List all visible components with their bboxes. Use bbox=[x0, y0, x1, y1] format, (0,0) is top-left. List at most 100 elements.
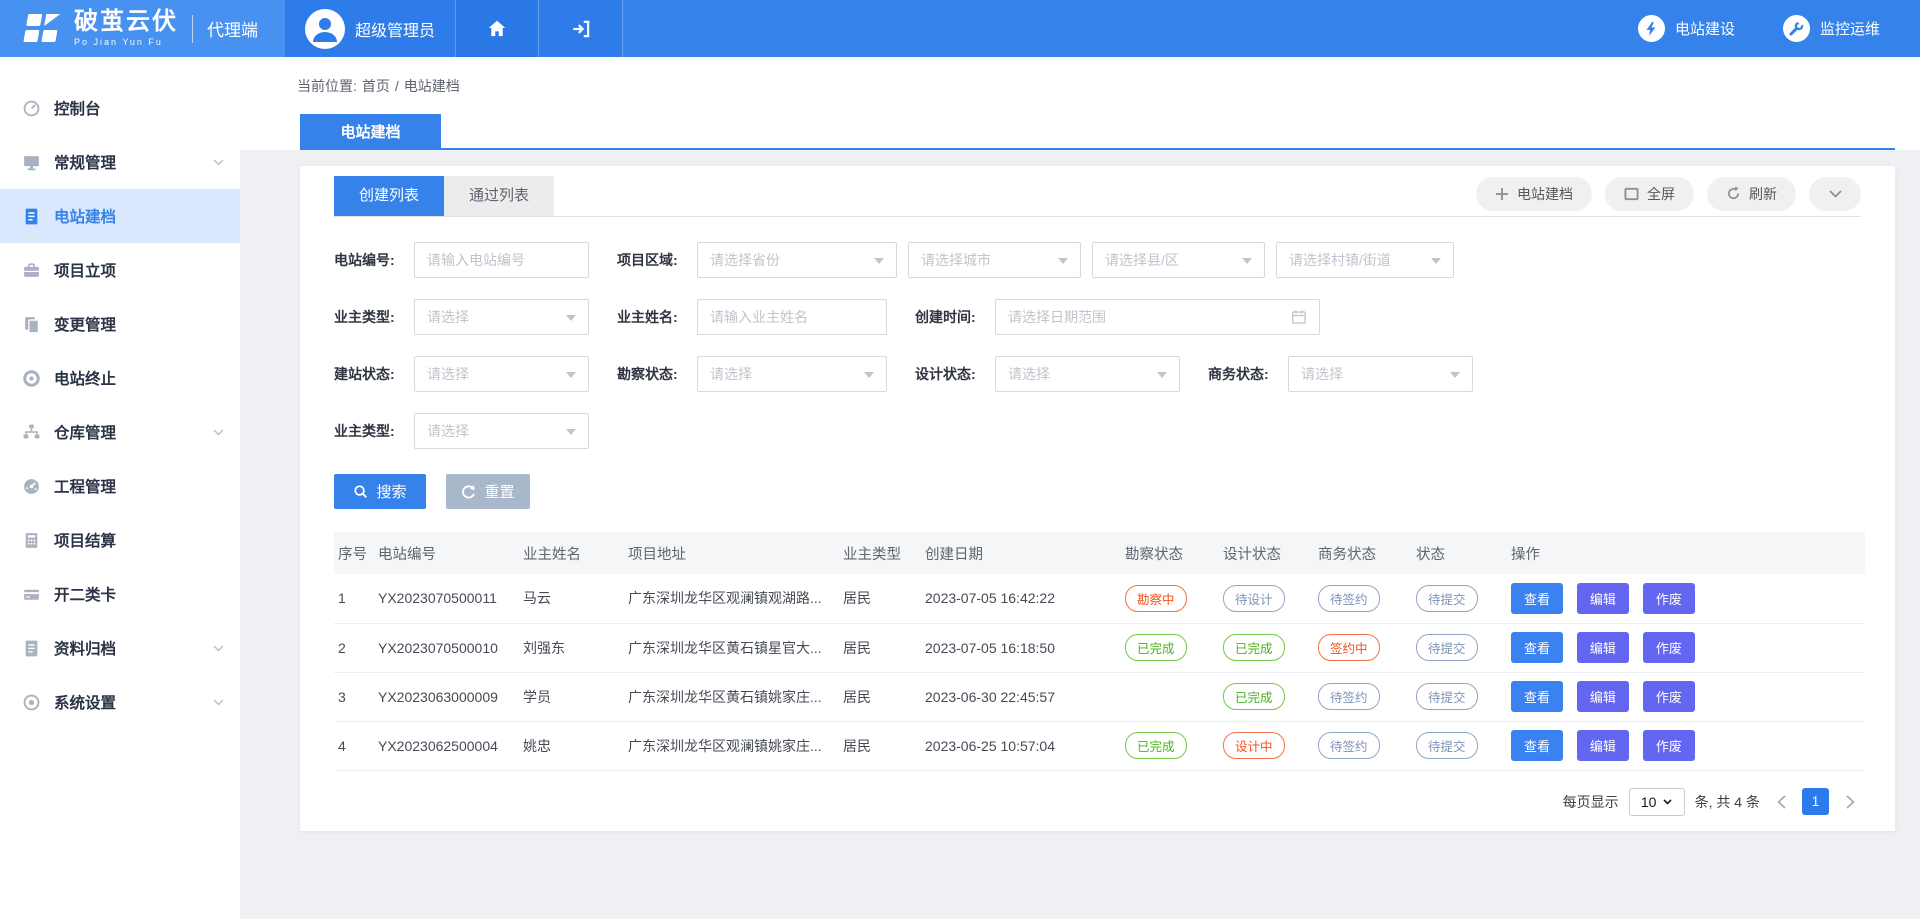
chevron-down-icon bbox=[213, 699, 224, 706]
void-button[interactable]: 作废 bbox=[1643, 730, 1695, 761]
void-button[interactable]: 作废 bbox=[1643, 583, 1695, 614]
logo-icon bbox=[20, 10, 64, 48]
sidebar-item-data-archive[interactable]: 资料归档 bbox=[0, 621, 240, 675]
fullscreen-button[interactable]: 全屏 bbox=[1605, 177, 1694, 211]
province-select[interactable]: 请选择省份 bbox=[697, 242, 897, 278]
void-button[interactable]: 作废 bbox=[1643, 681, 1695, 712]
survey-status-select[interactable]: 请选择 bbox=[697, 356, 887, 392]
status-badge: 已完成 bbox=[1223, 634, 1285, 661]
chevron-left-icon bbox=[1777, 795, 1786, 809]
caret-icon bbox=[566, 429, 576, 440]
briefcase-icon bbox=[21, 261, 41, 280]
portal-label: 代理端 bbox=[192, 15, 258, 43]
build-status-select[interactable]: 请选择 bbox=[414, 356, 589, 392]
edit-button[interactable]: 编辑 bbox=[1577, 681, 1629, 712]
breadcrumb: 当前位置: 首页 / 电站建档 bbox=[240, 57, 1920, 114]
fullscreen-icon bbox=[1624, 187, 1639, 201]
design-status-select[interactable]: 请选择 bbox=[995, 356, 1180, 392]
status-badge: 待提交 bbox=[1416, 683, 1478, 710]
date-range-input[interactable]: 请选择日期范围 bbox=[995, 299, 1320, 335]
sidebar-item-project-settlement[interactable]: 项目结算 bbox=[0, 513, 240, 567]
sidebar-item-console[interactable]: 控制台 bbox=[0, 81, 240, 135]
caret-icon bbox=[864, 372, 874, 383]
prev-page-button[interactable] bbox=[1770, 788, 1792, 816]
status-badge: 待提交 bbox=[1416, 585, 1478, 612]
edit-button[interactable]: 编辑 bbox=[1577, 632, 1629, 663]
sidebar-item-warehouse-mgmt[interactable]: 仓库管理 bbox=[0, 405, 240, 459]
tab-passed-list[interactable]: 通过列表 bbox=[444, 176, 554, 216]
user-menu[interactable]: 超级管理员 bbox=[285, 0, 455, 57]
nav-label: 监控运维 bbox=[1820, 18, 1880, 39]
view-button[interactable]: 查看 bbox=[1511, 681, 1563, 712]
stations-table: 序号 电站编号 业主姓名 项目地址 业主类型 创建日期 勘察状态 设计状态 商务… bbox=[334, 532, 1861, 771]
nav-station-build[interactable]: 电站建设 bbox=[1638, 15, 1735, 42]
logout-button[interactable] bbox=[539, 0, 623, 57]
search-button[interactable]: 搜索 bbox=[334, 474, 426, 509]
calendar-icon bbox=[1291, 309, 1307, 325]
view-button[interactable]: 查看 bbox=[1511, 583, 1563, 614]
breadcrumb-current: 电站建档 bbox=[404, 76, 460, 96]
reset-button[interactable]: 重置 bbox=[446, 474, 530, 509]
caret-icon bbox=[1058, 258, 1068, 269]
refresh-button[interactable]: 刷新 bbox=[1707, 177, 1796, 211]
logout-icon bbox=[570, 18, 592, 40]
brand-logo: 破茧云伏 Po Jian Yun Fu 代理端 bbox=[0, 0, 285, 57]
home-button[interactable] bbox=[455, 0, 539, 57]
status-badge: 待签约 bbox=[1318, 683, 1380, 710]
page-number-current[interactable]: 1 bbox=[1802, 788, 1829, 815]
caret-icon bbox=[1431, 258, 1441, 269]
edit-button[interactable]: 编辑 bbox=[1577, 730, 1629, 761]
owner-type2-label: 业主类型: bbox=[334, 421, 414, 441]
table-row: 1 YX2023070500011 马云 广东深圳龙华区观澜镇观湖路... 居民… bbox=[334, 574, 1865, 623]
view-button[interactable]: 查看 bbox=[1511, 632, 1563, 663]
card-toolbar: 电站建档 全屏 刷新 bbox=[1476, 177, 1861, 216]
chevron-down-icon bbox=[213, 645, 224, 652]
breadcrumb-home[interactable]: 首页 bbox=[362, 76, 390, 96]
chevron-down-icon bbox=[1829, 190, 1842, 198]
sidebar-item-change-mgmt[interactable]: 变更管理 bbox=[0, 297, 240, 351]
page-tab-station-archive[interactable]: 电站建档 bbox=[300, 114, 441, 148]
view-button[interactable]: 查看 bbox=[1511, 730, 1563, 761]
archive-icon bbox=[21, 639, 41, 658]
status-badge: 待提交 bbox=[1416, 634, 1478, 661]
sidebar-item-station-termination[interactable]: 电站终止 bbox=[0, 351, 240, 405]
settings-icon bbox=[21, 693, 41, 712]
next-page-button[interactable] bbox=[1839, 788, 1861, 816]
copy-icon bbox=[21, 315, 41, 334]
town-select[interactable]: 请选择村镇/街道 bbox=[1276, 242, 1454, 278]
status-badge: 待设计 bbox=[1223, 585, 1285, 612]
add-station-button[interactable]: 电站建档 bbox=[1476, 177, 1592, 211]
caret-down-icon bbox=[1663, 799, 1672, 805]
status-badge: 待签约 bbox=[1318, 732, 1380, 759]
sidebar-item-system-settings[interactable]: 系统设置 bbox=[0, 675, 240, 729]
per-page-suffix: 条, 共 4 条 bbox=[1695, 792, 1760, 812]
lightning-icon bbox=[1638, 15, 1665, 42]
caret-icon bbox=[1450, 372, 1460, 383]
survey-status-label: 勘察状态: bbox=[617, 364, 697, 384]
nav-monitor-ops[interactable]: 监控运维 bbox=[1783, 15, 1880, 42]
table-row: 2 YX2023070500010 刘强东 广东深圳龙华区黄石镇星官大... 居… bbox=[334, 623, 1865, 672]
sidebar-item-project-initiation[interactable]: 项目立项 bbox=[0, 243, 240, 297]
table-header-row: 序号 电站编号 业主姓名 项目地址 业主类型 创建日期 勘察状态 设计状态 商务… bbox=[334, 532, 1865, 574]
home-icon bbox=[486, 18, 508, 40]
sidebar-item-engineering-mgmt[interactable]: 工程管理 bbox=[0, 459, 240, 513]
user-name: 超级管理员 bbox=[355, 17, 435, 41]
per-page-select[interactable]: 10 bbox=[1629, 788, 1685, 816]
sidebar-item-open-card[interactable]: 开二类卡 bbox=[0, 567, 240, 621]
status-badge: 签约中 bbox=[1318, 634, 1380, 661]
status-badge: 勘察中 bbox=[1125, 585, 1187, 612]
business-status-select[interactable]: 请选择 bbox=[1288, 356, 1473, 392]
owner-type-select[interactable]: 请选择 bbox=[414, 299, 589, 335]
void-button[interactable]: 作废 bbox=[1643, 632, 1695, 663]
sidebar-item-general-mgmt[interactable]: 常规管理 bbox=[0, 135, 240, 189]
edit-button[interactable]: 编辑 bbox=[1577, 583, 1629, 614]
station-code-input[interactable] bbox=[414, 242, 589, 278]
table-row: 4 YX2023062500004 姚忠 广东深圳龙华区观澜镇姚家庄... 居民… bbox=[334, 721, 1865, 770]
collapse-button[interactable] bbox=[1809, 177, 1861, 211]
city-select[interactable]: 请选择城市 bbox=[908, 242, 1081, 278]
county-select[interactable]: 请选择县/区 bbox=[1092, 242, 1265, 278]
tab-create-list[interactable]: 创建列表 bbox=[334, 176, 444, 216]
sidebar-item-station-archive[interactable]: 电站建档 bbox=[0, 189, 240, 243]
owner-name-input[interactable] bbox=[697, 299, 887, 335]
owner-type2-select[interactable]: 请选择 bbox=[414, 413, 589, 449]
